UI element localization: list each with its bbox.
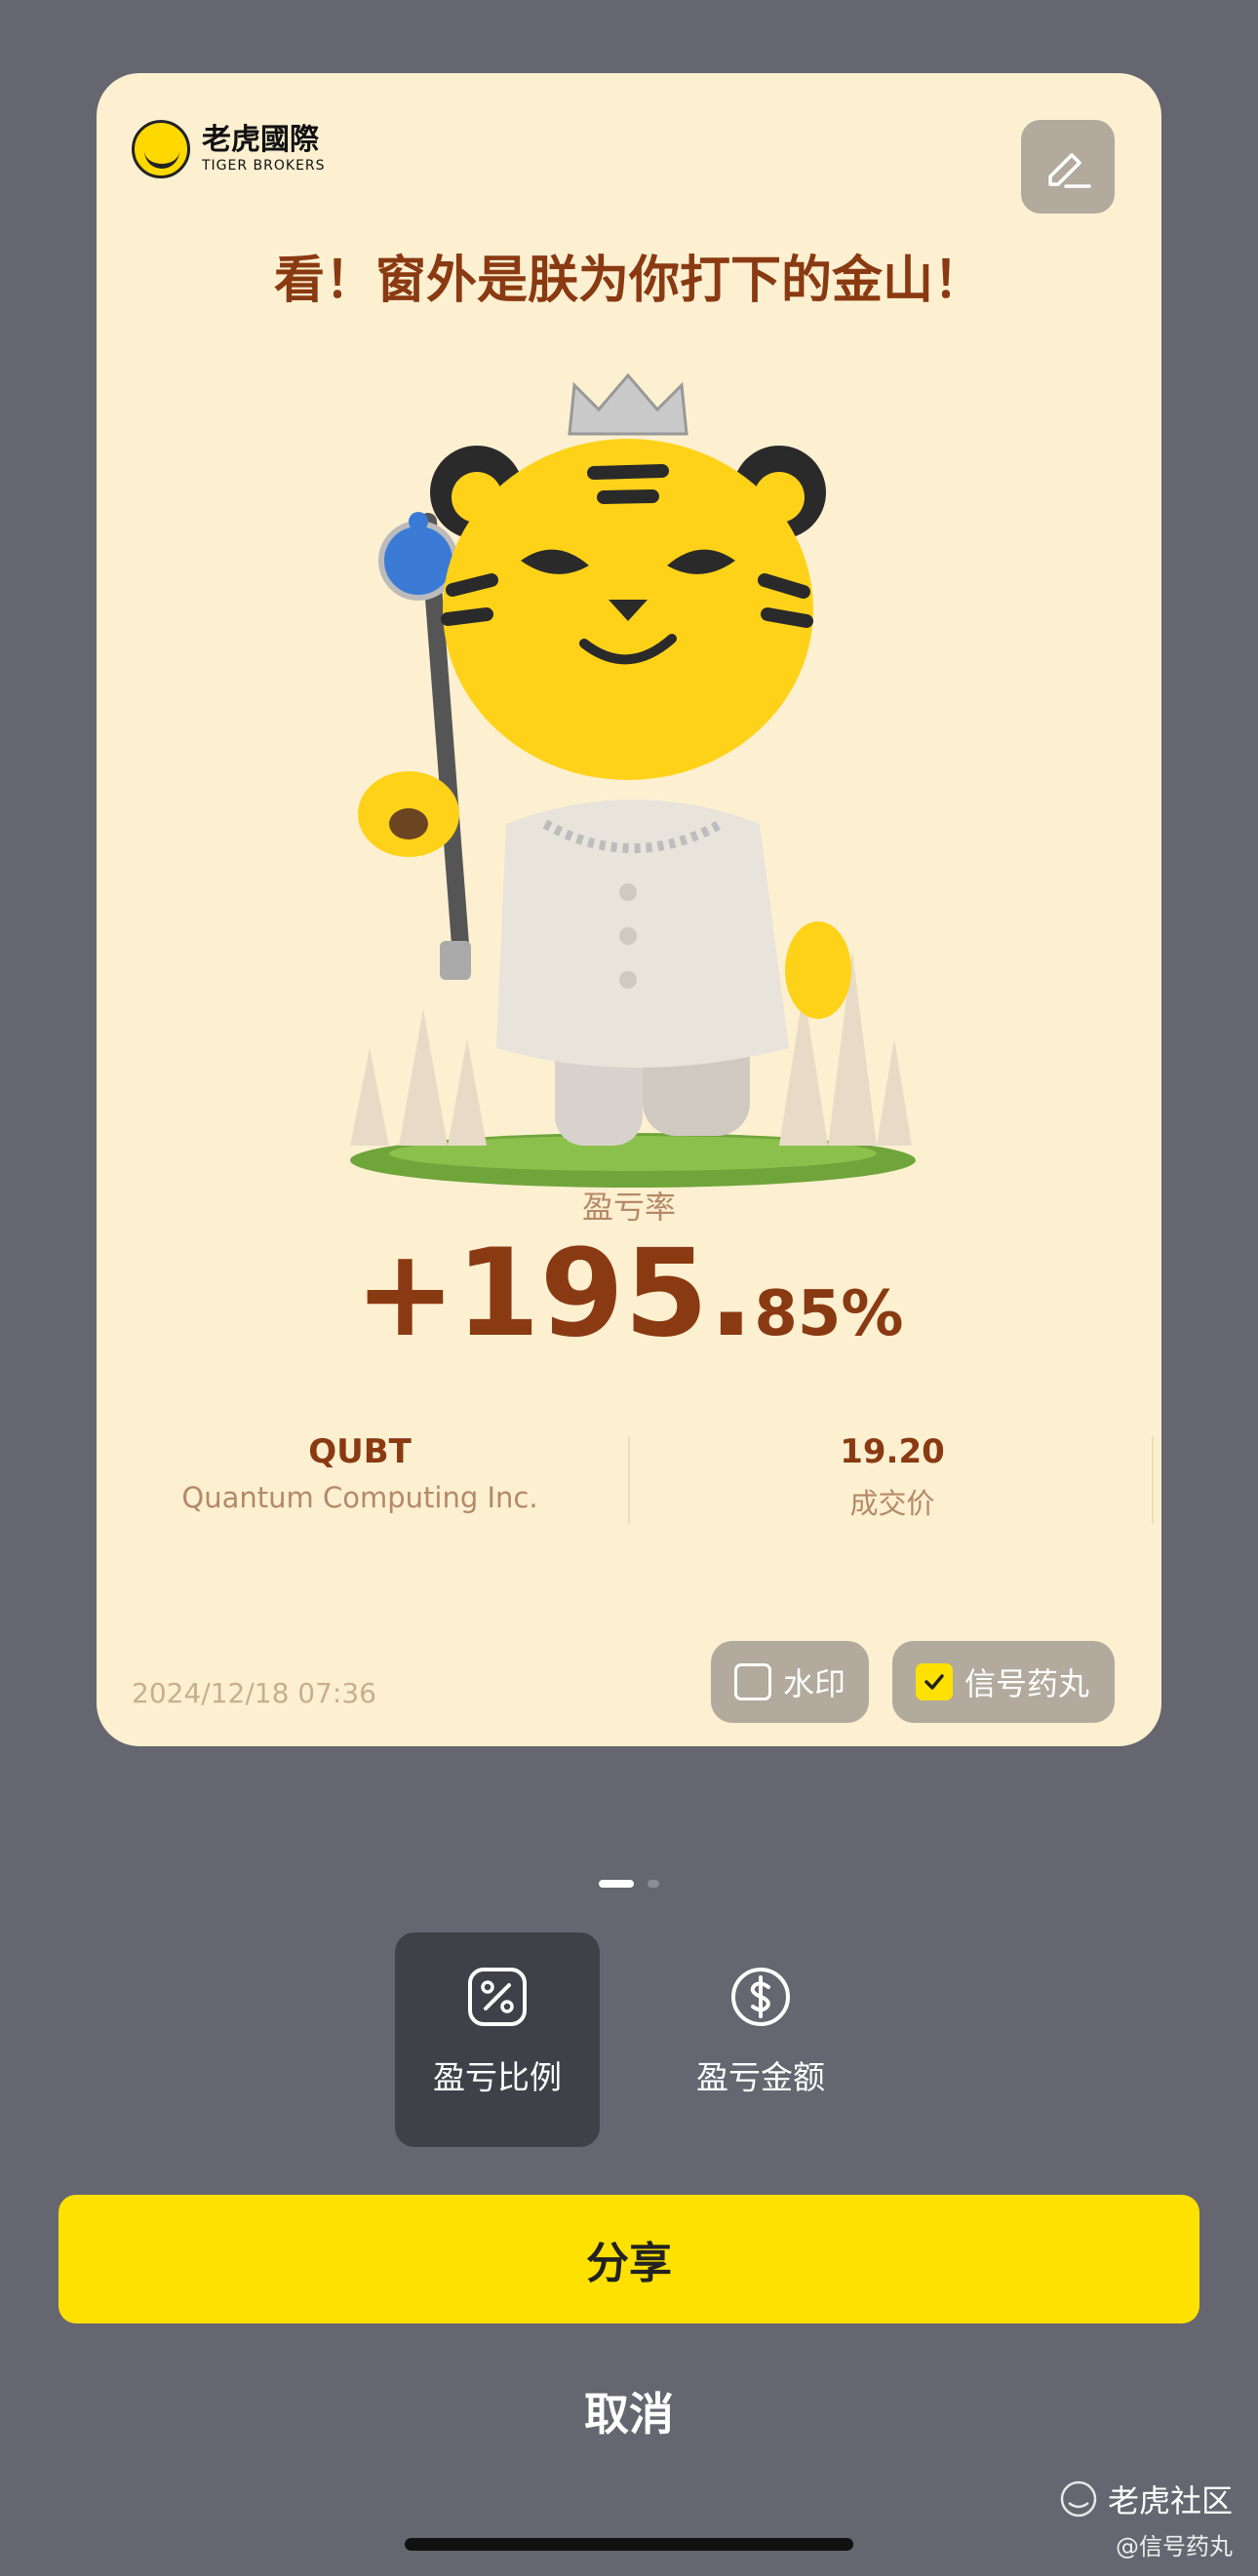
community-watermark: 老虎社区: [1059, 2477, 1233, 2521]
stock-symbol: QUBT: [308, 1432, 412, 1471]
community-watermark-user: @信号药丸: [1116, 2533, 1233, 2560]
info-divider: [1152, 1436, 1154, 1524]
page-dot[interactable]: [648, 1880, 659, 1888]
edit-icon: [1048, 153, 1091, 188]
edit-button[interactable]: [1021, 120, 1115, 214]
tiger-king-mascot: [350, 372, 916, 1188]
metric-value-decimal: 85%: [754, 1278, 904, 1350]
mode-tab-label: 盈亏金额: [696, 2058, 825, 2096]
mode-tab-label: 盈亏比例: [433, 2058, 562, 2096]
cancel-button[interactable]: 取消: [0, 2379, 1258, 2443]
metric-label: 盈亏率: [581, 1189, 676, 1226]
stock-info-row: QUBT Quantum Computing Inc. 19.20 成交价: [97, 1428, 1161, 1524]
stock-symbol-column: QUBT Quantum Computing Inc.: [97, 1428, 623, 1514]
signal-pill-toggle[interactable]: 信号药丸: [892, 1641, 1115, 1723]
tiger-community-icon: [1060, 2480, 1097, 2517]
mode-tab-profit-ratio[interactable]: 盈亏比例: [395, 1932, 600, 2147]
brand-name-cn: 老虎國際: [202, 123, 319, 157]
company-name: Quantum Computing Inc.: [181, 1481, 538, 1514]
card-timestamp: 2024/12/18 07:36: [132, 1677, 376, 1709]
community-watermark-brand: 老虎社区: [1107, 2482, 1233, 2519]
checkbox-unchecked-icon: [734, 1663, 771, 1700]
price-column: 19.20 成交价: [629, 1428, 1156, 1522]
brand-logo: 老虎國際 TIGER BROKERS: [132, 120, 326, 178]
tiger-logo-icon: [132, 120, 190, 178]
page-dot-active: [599, 1880, 634, 1888]
percent-icon: [466, 1966, 529, 2028]
trade-price-label: 成交价: [849, 1487, 935, 1520]
share-card: 老虎國際 TIGER BROKERS 看！窗外是朕为你打下的金山！ 盈亏率 +1…: [97, 73, 1161, 1746]
watermark-toggle-label: 水印: [783, 1665, 846, 1702]
brand-name-en: TIGER BROKERS: [202, 158, 326, 174]
dollar-icon: [729, 1966, 792, 2028]
watermark-toggle[interactable]: 水印: [711, 1641, 869, 1723]
mode-tab-profit-amount[interactable]: 盈亏金额: [658, 1932, 863, 2147]
trade-price: 19.20: [840, 1432, 945, 1471]
metric-value-main: +195.: [354, 1224, 755, 1364]
signal-pill-toggle-label: 信号药丸: [964, 1665, 1090, 1702]
checkbox-checked-icon: [916, 1663, 953, 1700]
share-button[interactable]: 分享: [59, 2195, 1199, 2323]
home-indicator[interactable]: [405, 2538, 853, 2551]
card-headline: 看！窗外是朕为你打下的金山！: [273, 252, 984, 310]
metric-value: +195.85%: [97, 1224, 1161, 1364]
